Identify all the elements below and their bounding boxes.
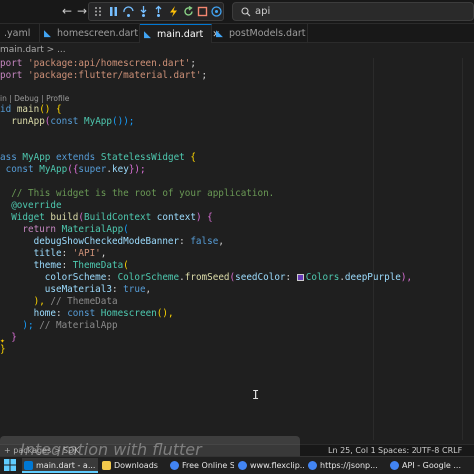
dart-file-icon: ◣	[216, 29, 223, 39]
text-cursor-icon: I	[252, 388, 260, 402]
tab-label: .yaml	[4, 28, 31, 39]
code-line-2: port 'package:flutter/material.dart';	[0, 70, 208, 81]
editor-ruler	[373, 58, 374, 440]
tab-label: main.dart	[157, 29, 204, 40]
taskbar-item-downloads[interactable]: Downloads	[100, 458, 166, 473]
tab-label: postModels.dart	[229, 28, 306, 39]
chrome-icon	[308, 461, 317, 470]
code-line-material3: useMaterial3: true,	[44, 284, 152, 295]
editor-scrollbar[interactable]	[462, 58, 474, 440]
run-debug-codelens[interactable]: in | Debug | Profile	[0, 94, 69, 104]
hot-reload-icon[interactable]	[167, 5, 180, 18]
code-line-theme: theme: ThemeData(	[33, 260, 129, 271]
code-line-return: return MaterialApp(	[22, 224, 129, 235]
code-line-themedata-close: ), // ThemeData	[33, 296, 118, 307]
code-line-class: ass MyApp extends StatelessWidget {	[0, 152, 196, 163]
step-out-icon[interactable]	[152, 5, 165, 18]
code-line-title: title: 'API',	[33, 248, 107, 259]
code-line-1: port 'package:api/homescreen.dart';	[0, 58, 196, 69]
stop-icon[interactable]	[196, 5, 209, 18]
vscode-icon	[24, 461, 33, 470]
code-line-home: home: const Homescreen(),	[33, 308, 174, 319]
code-line-main: id main() {	[0, 104, 62, 115]
dart-file-icon: ◣	[144, 30, 151, 40]
drag-grip-icon[interactable]	[92, 5, 105, 18]
code-line-debug-banner: debugShowCheckedModeBanner: false,	[33, 236, 224, 247]
code-line-class-close: }	[0, 344, 6, 355]
taskbar-item-chrome-2[interactable]: www.flexclip...	[236, 458, 304, 473]
taskbar-item-vscode[interactable]: main.dart - a...	[22, 458, 98, 473]
code-line-materialapp-close: ); // MaterialApp	[22, 320, 118, 331]
title-bar: ← → api	[0, 0, 474, 24]
tab-main-dart[interactable]: ◣ main.dart ✕	[140, 24, 220, 43]
code-line-build: Widget build(BuildContext context) {	[11, 212, 213, 223]
search-text: api	[255, 6, 271, 17]
command-search-box[interactable]: api	[232, 2, 474, 21]
restart-icon[interactable]	[182, 5, 195, 18]
pause-icon[interactable]	[107, 5, 120, 18]
search-icon	[241, 7, 251, 17]
debug-toolbar	[88, 2, 224, 21]
code-line-comment: // This widget is the root of your appli…	[11, 188, 275, 199]
breadcrumb[interactable]: main.dart > ...	[0, 43, 66, 57]
code-line-override: @override	[11, 200, 62, 211]
chrome-icon	[238, 461, 247, 470]
tab-homescreen-dart[interactable]: ◣ homescreen.dart	[40, 24, 140, 43]
chrome-icon	[390, 461, 399, 470]
taskbar-item-chrome-1[interactable]: Free Online S...	[168, 458, 234, 473]
lightbulb-icon[interactable]: ✦	[0, 336, 8, 345]
devtools-icon[interactable]	[210, 5, 223, 18]
taskbar-item-chrome-4[interactable]: API - Google ...	[388, 458, 472, 473]
dart-file-icon: ◣	[44, 29, 51, 39]
code-editor[interactable]: port 'package:api/homescreen.dart'; port…	[0, 58, 474, 440]
tab-postmodels-dart[interactable]: ◣ postModels.dart	[212, 24, 308, 43]
start-menu-icon[interactable]	[2, 458, 20, 473]
code-line-runapp: runApp(const MyApp());	[11, 116, 135, 127]
editor-tab-bar: .yaml ◣ homescreen.dart ◣ main.dart ✕ ◣ …	[0, 24, 474, 43]
tab-label: homescreen.dart	[57, 28, 139, 39]
code-line-colorscheme: colorScheme: ColorScheme.fromSeed(seedCo…	[44, 272, 413, 283]
chrome-icon	[170, 461, 179, 470]
forward-arrow-icon[interactable]: →	[75, 4, 89, 18]
os-taskbar: main.dart - a... Downloads Free Online S…	[0, 456, 474, 474]
step-over-icon[interactable]	[122, 5, 135, 18]
back-arrow-icon[interactable]: ←	[60, 4, 74, 18]
step-into-icon[interactable]	[137, 5, 150, 18]
code-line-constructor: const MyApp({super.key});	[5, 164, 146, 175]
tab-pubspec-yaml[interactable]: .yaml	[0, 24, 40, 43]
taskbar-item-chrome-3[interactable]: https://jsonp...	[306, 458, 386, 473]
folder-icon	[102, 461, 111, 470]
color-swatch-icon[interactable]	[296, 274, 304, 281]
